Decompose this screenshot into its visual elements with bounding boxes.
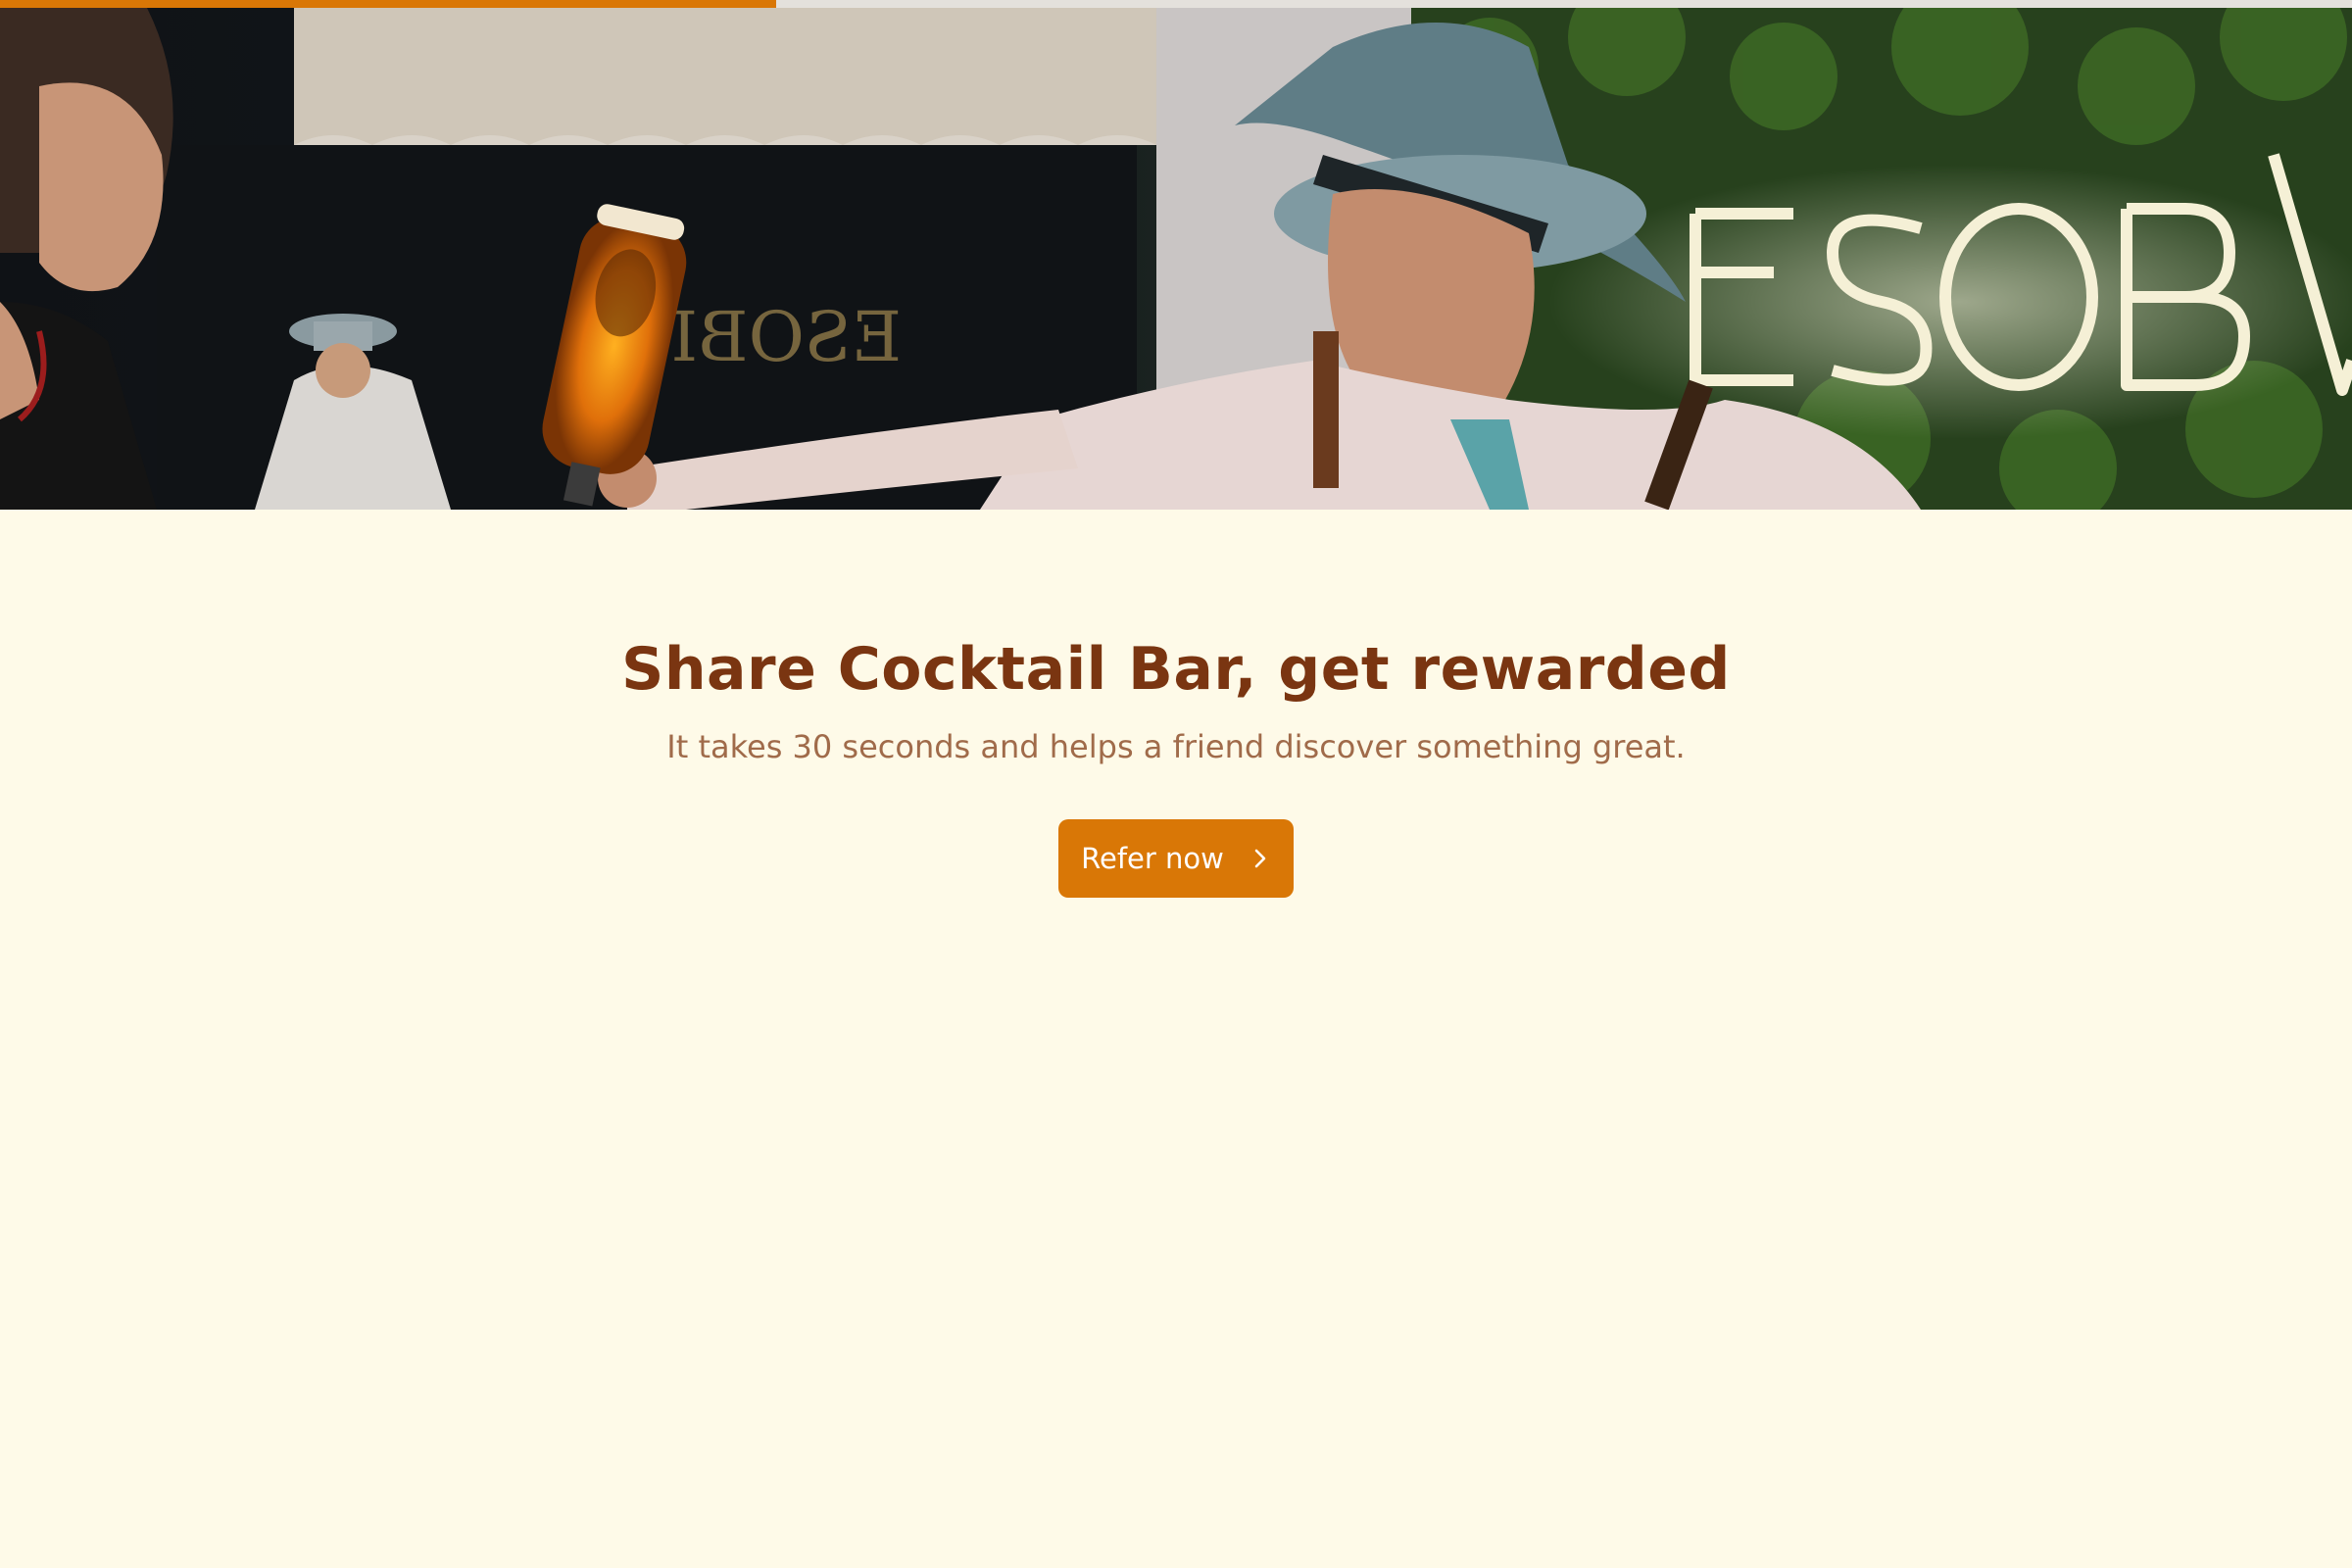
chevron-right-icon bbox=[1254, 849, 1266, 868]
referral-subtitle: It takes 30 seconds and helps a friend d… bbox=[666, 728, 1686, 765]
refer-now-button[interactable]: Refer now bbox=[1058, 819, 1294, 898]
svg-text:ESOBI: ESOBI bbox=[670, 297, 902, 377]
referral-section: Share Cocktail Bar, get rewarded It take… bbox=[0, 510, 2352, 898]
hero-image: ESOBI bbox=[0, 8, 2352, 510]
referral-headline: Share Cocktail Bar, get rewarded bbox=[621, 635, 1731, 704]
refer-now-label: Refer now bbox=[1081, 842, 1224, 875]
progress-bar-fill bbox=[0, 0, 776, 8]
hero-photo: ESOBI bbox=[0, 8, 2352, 510]
progress-bar bbox=[0, 0, 2352, 8]
